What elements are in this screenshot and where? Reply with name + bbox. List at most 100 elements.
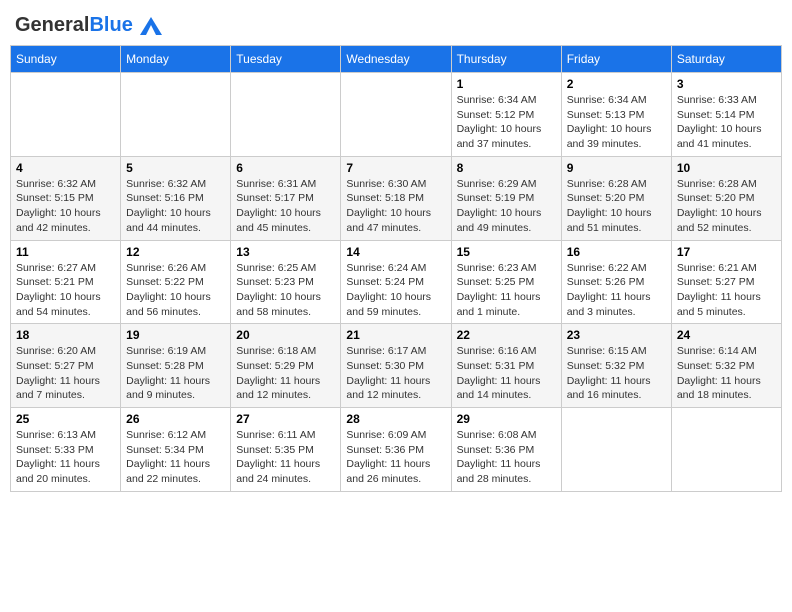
day-header-friday: Friday <box>561 46 671 73</box>
calendar-cell: 27Sunrise: 6:11 AMSunset: 5:35 PMDayligh… <box>231 408 341 492</box>
calendar-cell: 2 Sunrise: 6:34 AMSunset: 5:13 PMDaylight… <box>561 73 671 157</box>
calendar-week-3: 11 Sunrise: 6:27 AMSunset: 5:21 PMDayligh… <box>11 240 782 324</box>
logo-icon <box>140 17 162 35</box>
calendar-cell: 5 Sunrise: 6:32 AMSunset: 5:16 PMDaylight… <box>121 156 231 240</box>
day-number: 22 <box>457 328 556 342</box>
calendar-cell: 1 Sunrise: 6:34 AMSunset: 5:12 PMDaylight… <box>451 73 561 157</box>
calendar-cell: 11 Sunrise: 6:27 AMSunset: 5:21 PMDayligh… <box>11 240 121 324</box>
day-number: 18 <box>16 328 115 342</box>
day-info: Sunrise: 6:08 AMSunset: 5:36 PMDaylight:… <box>457 428 556 487</box>
day-info: Sunrise: 6:26 AMSunset: 5:22 PMDaylight:… <box>126 261 225 320</box>
calendar-cell: 18 Sunrise: 6:20 AMSunset: 5:27 PMDayligh… <box>11 324 121 408</box>
calendar-cell: 29 Sunrise: 6:08 AMSunset: 5:36 PMDayligh… <box>451 408 561 492</box>
logo-blue: Blue <box>89 14 132 36</box>
day-info: Sunrise: 6:32 AMSunset: 5:15 PMDaylight:… <box>16 177 115 236</box>
day-info: Sunrise: 6:09 AMSunset: 5:36 PMDaylight:… <box>346 428 445 487</box>
day-number: 15 <box>457 245 556 259</box>
day-number: 2 <box>567 77 666 91</box>
calendar-cell: 6Sunrise: 6:31 AMSunset: 5:17 PMDaylight… <box>231 156 341 240</box>
calendar-cell: 9 Sunrise: 6:28 AMSunset: 5:20 PMDaylight… <box>561 156 671 240</box>
day-info: Sunrise: 6:13 AMSunset: 5:33 PMDaylight:… <box>16 428 115 487</box>
day-header-wednesday: Wednesday <box>341 46 451 73</box>
day-number: 19 <box>126 328 225 342</box>
day-info: Sunrise: 6:15 AMSunset: 5:32 PMDaylight:… <box>567 344 666 403</box>
calendar-cell <box>11 73 121 157</box>
day-number: 12 <box>126 245 225 259</box>
day-number: 7 <box>346 161 445 175</box>
day-info: Sunrise: 6:30 AMSunset: 5:18 PMDaylight:… <box>346 177 445 236</box>
day-number: 4 <box>16 161 115 175</box>
calendar-cell <box>231 73 341 157</box>
day-number: 10 <box>677 161 776 175</box>
calendar-header-row: SundayMondayTuesdayWednesdayThursdayFrid… <box>11 46 782 73</box>
calendar-cell: 24 Sunrise: 6:14 AMSunset: 5:32 PMDayligh… <box>671 324 781 408</box>
day-info: Sunrise: 6:14 AMSunset: 5:32 PMDaylight:… <box>677 344 776 403</box>
day-info: Sunrise: 6:32 AMSunset: 5:16 PMDaylight:… <box>126 177 225 236</box>
calendar-cell <box>561 408 671 492</box>
day-number: 11 <box>16 245 115 259</box>
day-number: 29 <box>457 412 556 426</box>
day-info: Sunrise: 6:21 AMSunset: 5:27 PMDaylight:… <box>677 261 776 320</box>
calendar-cell <box>671 408 781 492</box>
day-header-thursday: Thursday <box>451 46 561 73</box>
day-number: 23 <box>567 328 666 342</box>
calendar-cell: 3 Sunrise: 6:33 AMSunset: 5:14 PMDaylight… <box>671 73 781 157</box>
day-info: Sunrise: 6:29 AMSunset: 5:19 PMDaylight:… <box>457 177 556 236</box>
day-number: 20 <box>236 328 335 342</box>
calendar-week-2: 4 Sunrise: 6:32 AMSunset: 5:15 PMDaylight… <box>11 156 782 240</box>
logo-general: General <box>15 14 89 36</box>
day-number: 17 <box>677 245 776 259</box>
calendar-week-5: 25 Sunrise: 6:13 AMSunset: 5:33 PMDayligh… <box>11 408 782 492</box>
day-header-tuesday: Tuesday <box>231 46 341 73</box>
calendar-cell: 25 Sunrise: 6:13 AMSunset: 5:33 PMDayligh… <box>11 408 121 492</box>
day-info: Sunrise: 6:28 AMSunset: 5:20 PMDaylight:… <box>567 177 666 236</box>
day-number: 13 <box>236 245 335 259</box>
day-number: 1 <box>457 77 556 91</box>
day-info: Sunrise: 6:17 AMSunset: 5:30 PMDaylight:… <box>346 344 445 403</box>
day-number: 9 <box>567 161 666 175</box>
calendar-cell: 20Sunrise: 6:18 AMSunset: 5:29 PMDayligh… <box>231 324 341 408</box>
day-number: 16 <box>567 245 666 259</box>
page-header: GeneralBlue <box>10 10 782 35</box>
calendar-cell: 19 Sunrise: 6:19 AMSunset: 5:28 PMDayligh… <box>121 324 231 408</box>
day-number: 5 <box>126 161 225 175</box>
day-number: 25 <box>16 412 115 426</box>
day-info: Sunrise: 6:20 AMSunset: 5:27 PMDaylight:… <box>16 344 115 403</box>
day-header-sunday: Sunday <box>11 46 121 73</box>
day-info: Sunrise: 6:34 AMSunset: 5:12 PMDaylight:… <box>457 93 556 152</box>
day-number: 26 <box>126 412 225 426</box>
calendar-cell: 14Sunrise: 6:24 AMSunset: 5:24 PMDayligh… <box>341 240 451 324</box>
day-info: Sunrise: 6:24 AMSunset: 5:24 PMDaylight:… <box>346 261 445 320</box>
day-info: Sunrise: 6:27 AMSunset: 5:21 PMDaylight:… <box>16 261 115 320</box>
day-info: Sunrise: 6:22 AMSunset: 5:26 PMDaylight:… <box>567 261 666 320</box>
day-info: Sunrise: 6:31 AMSunset: 5:17 PMDaylight:… <box>236 177 335 236</box>
calendar-cell: 4 Sunrise: 6:32 AMSunset: 5:15 PMDaylight… <box>11 156 121 240</box>
calendar-week-4: 18 Sunrise: 6:20 AMSunset: 5:27 PMDayligh… <box>11 324 782 408</box>
day-header-saturday: Saturday <box>671 46 781 73</box>
day-info: Sunrise: 6:33 AMSunset: 5:14 PMDaylight:… <box>677 93 776 152</box>
calendar-cell: 8 Sunrise: 6:29 AMSunset: 5:19 PMDaylight… <box>451 156 561 240</box>
day-info: Sunrise: 6:23 AMSunset: 5:25 PMDaylight:… <box>457 261 556 320</box>
calendar-cell: 23 Sunrise: 6:15 AMSunset: 5:32 PMDayligh… <box>561 324 671 408</box>
calendar-cell <box>121 73 231 157</box>
day-info: Sunrise: 6:19 AMSunset: 5:28 PMDaylight:… <box>126 344 225 403</box>
day-info: Sunrise: 6:12 AMSunset: 5:34 PMDaylight:… <box>126 428 225 487</box>
calendar-cell: 7 Sunrise: 6:30 AMSunset: 5:18 PMDaylight… <box>341 156 451 240</box>
calendar-cell <box>341 73 451 157</box>
calendar-cell: 12 Sunrise: 6:26 AMSunset: 5:22 PMDayligh… <box>121 240 231 324</box>
calendar-cell: 26 Sunrise: 6:12 AMSunset: 5:34 PMDayligh… <box>121 408 231 492</box>
day-number: 24 <box>677 328 776 342</box>
day-number: 21 <box>346 328 445 342</box>
calendar-cell: 10Sunrise: 6:28 AMSunset: 5:20 PMDayligh… <box>671 156 781 240</box>
logo: GeneralBlue <box>15 15 162 35</box>
day-info: Sunrise: 6:34 AMSunset: 5:13 PMDaylight:… <box>567 93 666 152</box>
calendar-table: SundayMondayTuesdayWednesdayThursdayFrid… <box>10 45 782 492</box>
day-info: Sunrise: 6:25 AMSunset: 5:23 PMDaylight:… <box>236 261 335 320</box>
day-number: 8 <box>457 161 556 175</box>
calendar-cell: 28Sunrise: 6:09 AMSunset: 5:36 PMDayligh… <box>341 408 451 492</box>
calendar-cell: 13 Sunrise: 6:25 AMSunset: 5:23 PMDayligh… <box>231 240 341 324</box>
day-info: Sunrise: 6:11 AMSunset: 5:35 PMDaylight:… <box>236 428 335 487</box>
day-number: 3 <box>677 77 776 91</box>
calendar-cell: 22Sunrise: 6:16 AMSunset: 5:31 PMDayligh… <box>451 324 561 408</box>
calendar-week-1: 1 Sunrise: 6:34 AMSunset: 5:12 PMDaylight… <box>11 73 782 157</box>
